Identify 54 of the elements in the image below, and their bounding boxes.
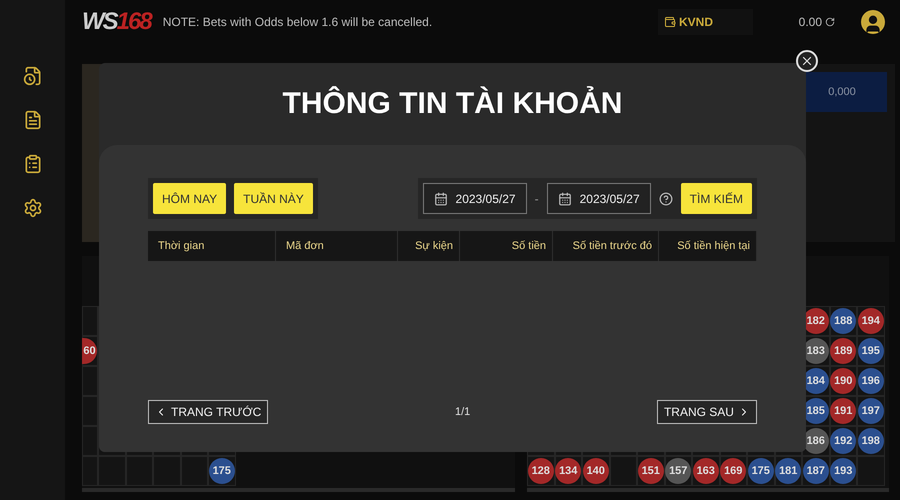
column-header: Sự kiện xyxy=(398,231,460,261)
column-header: Mã đơn xyxy=(276,231,398,261)
wallet-icon xyxy=(664,16,676,28)
column-header: Thời gian xyxy=(148,231,276,261)
previous-page-button[interactable]: TRANG TRƯỚC xyxy=(148,400,268,424)
close-button[interactable] xyxy=(796,50,818,72)
refresh-icon[interactable] xyxy=(825,17,835,27)
result-ball: 196 xyxy=(858,368,884,394)
result-ball: 151 xyxy=(638,458,664,484)
avatar-icon[interactable] xyxy=(861,10,885,34)
separator-text: - xyxy=(534,192,539,206)
result-ball: 190 xyxy=(830,368,856,394)
result-ball: 197 xyxy=(858,398,884,424)
balance-text: 0.00 xyxy=(765,15,835,29)
result-ball: 187 xyxy=(802,458,829,484)
result-ball: 189 xyxy=(830,338,856,364)
calendar-icon xyxy=(434,192,448,206)
result-ball: 195 xyxy=(858,338,884,364)
result-ball: 192 xyxy=(830,428,856,454)
document-icon[interactable] xyxy=(22,110,42,130)
calendar-icon xyxy=(558,192,572,206)
result-ball: 175 xyxy=(208,458,235,484)
column-header: Số tiền xyxy=(460,231,553,261)
result-ball: 191 xyxy=(830,398,856,424)
logo: WS168 xyxy=(82,8,151,36)
notice-text: NOTE: Bets with Odds below 1.6 will be cancelled. xyxy=(162,15,434,29)
next-page-button[interactable]: TRANG SAU xyxy=(656,400,757,424)
currency-label: KVND xyxy=(658,9,753,35)
help-icon[interactable] xyxy=(658,192,673,206)
result-ball: 134 xyxy=(555,458,582,484)
close-icon xyxy=(800,54,814,68)
date-field[interactable]: 2023/05/27 xyxy=(546,183,651,214)
date-field[interactable]: 2023/05/27 xyxy=(422,183,527,214)
result-ball: 193 xyxy=(830,458,856,484)
settings-icon[interactable] xyxy=(22,198,42,218)
result-ball: 188 xyxy=(830,308,856,334)
dialog-title: THÔNG TIN TÀI KHOẢN xyxy=(282,85,624,122)
result-ball: 140 xyxy=(582,458,609,484)
column-header: Số tiền trước đó xyxy=(553,231,659,261)
result-ball: 198 xyxy=(858,428,884,454)
result-ball: 194 xyxy=(858,308,884,334)
result-ball: 157 xyxy=(665,458,692,484)
result-ball: 163 xyxy=(692,458,719,484)
history-icon[interactable] xyxy=(22,66,42,86)
quick-filter-button[interactable]: HÔM NAY xyxy=(153,183,226,214)
list-icon[interactable] xyxy=(22,154,42,174)
quick-filter-button[interactable]: TUẦN NÀY xyxy=(234,183,313,214)
result-ball: 181 xyxy=(775,458,802,484)
result-ball: 128 xyxy=(528,458,554,484)
result-ball: 175 xyxy=(748,458,774,484)
column-header: Số tiền hiện tại xyxy=(659,231,757,261)
search-button[interactable]: TÌM KIẾM xyxy=(680,183,752,214)
result-ball: 169 xyxy=(720,458,746,484)
page-indicator: 1/1 xyxy=(455,406,470,418)
